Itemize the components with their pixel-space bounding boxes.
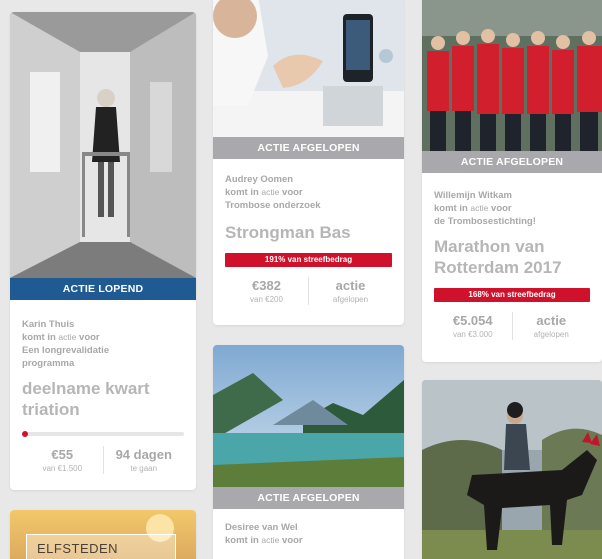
- campaign-card-willemijn[interactable]: ACTIE AFGELOPEN Willemijn Witkam komt in…: [422, 0, 602, 362]
- campaign-card-horse[interactable]: [422, 380, 602, 559]
- cause-name: Trombose onderzoek: [225, 200, 321, 211]
- amount-raised: €5.054 van €3.000: [452, 313, 493, 339]
- campaign-title[interactable]: deelname kwart triation: [22, 378, 184, 420]
- campaign-stats: €55 van €1.500 94 dagen te gaan: [22, 446, 184, 474]
- author-name: Audrey Oomen: [225, 174, 294, 185]
- campaign-photo: [422, 380, 602, 559]
- campaign-title[interactable]: Strongman Bas: [225, 222, 392, 243]
- card-body: Desiree van Wel komt in actie voor: [213, 521, 404, 547]
- campaign-title[interactable]: Marathon van Rotterdam 2017: [434, 236, 590, 278]
- author-name: Desiree van Wel: [225, 522, 298, 533]
- status-banner: ACTIE AFGELOPEN: [213, 487, 404, 509]
- campaign-meta: Desiree van Wel komt in actie voor: [225, 521, 392, 547]
- card-body: Karin Thuis komt in actie voor Een longr…: [10, 318, 196, 474]
- campaign-card-desiree[interactable]: ACTIE AFGELOPEN Desiree van Wel komt in …: [213, 345, 404, 559]
- status-banner: ACTIE AFGELOPEN: [422, 151, 602, 173]
- campaign-status: actie afgelopen: [511, 312, 591, 340]
- campaign-stats: €382 van €200 actie afgelopen: [225, 277, 392, 305]
- campaign-photo: [213, 345, 404, 487]
- campaign-status: actie afgelopen: [308, 277, 392, 305]
- campaign-photo: [422, 0, 602, 151]
- goal-percentage-badge: 191% van streefbedrag: [225, 253, 392, 267]
- cause-name-cont: programma: [22, 358, 75, 369]
- amount-raised: €382 van €200: [250, 278, 283, 304]
- elfsteden-label-box: ELFSTEDEN: [26, 534, 176, 559]
- card-body: Willemijn Witkam komt in actie voor de T…: [422, 189, 602, 340]
- campaign-meta: Audrey Oomen komt in actie voor Trombose…: [225, 173, 392, 212]
- elfsteden-label: ELFSTEDEN: [37, 541, 119, 556]
- campaign-card-karin[interactable]: ACTIE LOPEND Karin Thuis komt in actie v…: [10, 12, 196, 490]
- campaign-card-audrey[interactable]: ACTIE AFGELOPEN Audrey Oomen komt in act…: [213, 0, 404, 325]
- days-remaining: 94 dagen te gaan: [102, 446, 185, 474]
- progress-bar: [22, 431, 184, 437]
- campaign-photo: [213, 0, 404, 137]
- cause-name: de Trombosestichting!: [434, 216, 536, 227]
- status-banner: ACTIE AFGELOPEN: [213, 137, 404, 159]
- status-banner: ACTIE LOPEND: [10, 278, 196, 300]
- card-body: Audrey Oomen komt in actie voor Trombose…: [213, 173, 404, 305]
- progress-fill: [22, 431, 28, 437]
- author-name: Willemijn Witkam: [434, 190, 512, 201]
- campaign-card-elfsteden[interactable]: ELFSTEDEN: [10, 510, 196, 559]
- campaign-meta: Karin Thuis komt in actie voor Een longr…: [22, 318, 184, 370]
- cause-name: Een longrevalidatie: [22, 345, 110, 356]
- author-name: Karin Thuis: [22, 319, 75, 330]
- amount-raised: €55 van €1.500: [42, 447, 83, 473]
- campaign-photo: [10, 12, 196, 278]
- goal-percentage-badge: 168% van streefbedrag: [434, 288, 590, 302]
- campaign-meta: Willemijn Witkam komt in actie voor de T…: [434, 189, 590, 228]
- campaign-stats: €5.054 van €3.000 actie afgelopen: [434, 312, 590, 340]
